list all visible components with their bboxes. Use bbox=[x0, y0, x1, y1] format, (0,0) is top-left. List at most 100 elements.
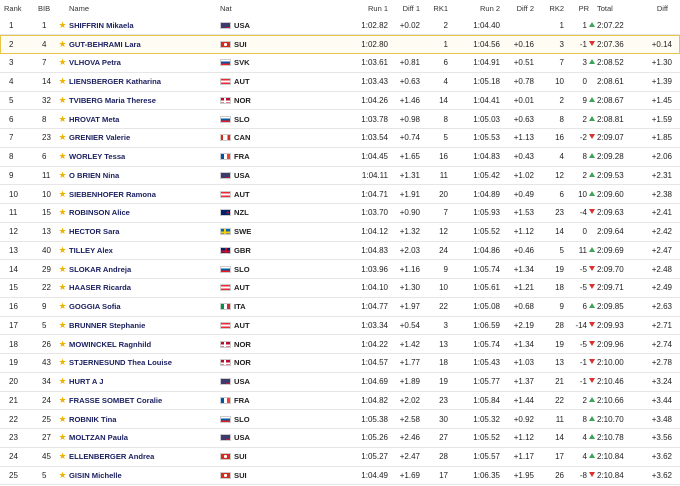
table-row[interactable]: 14 29 ★ SLOKAR Andreja SLO 1:03.96 +1.16… bbox=[0, 260, 680, 279]
star-icon[interactable]: ★ bbox=[56, 54, 69, 73]
athlete-name[interactable]: O BRIEN Nina bbox=[69, 166, 220, 185]
table-row[interactable]: 13 40 ★ TILLEY Alex GBR 1:04.83 +2.03 24… bbox=[0, 241, 680, 260]
position-change: 2 bbox=[564, 110, 595, 129]
star-icon[interactable]: ★ bbox=[56, 129, 69, 148]
star-icon[interactable]: ★ bbox=[56, 279, 69, 298]
athlete-name[interactable]: HROVAT Meta bbox=[69, 110, 220, 129]
nation-cell: SUI bbox=[220, 447, 340, 466]
star-icon[interactable]: ★ bbox=[56, 410, 69, 429]
athlete-name[interactable]: SHIFFRIN Mikaela bbox=[69, 16, 220, 35]
star-icon[interactable]: ★ bbox=[56, 35, 69, 54]
star-icon[interactable]: ★ bbox=[56, 204, 69, 223]
athlete-name[interactable]: WORLEY Tessa bbox=[69, 147, 220, 166]
run2-rank: 1 bbox=[559, 20, 564, 30]
col-rk2-header[interactable]: RK2 bbox=[534, 0, 564, 16]
star-icon[interactable]: ★ bbox=[56, 110, 69, 129]
athlete-name[interactable]: HURT A J bbox=[69, 372, 220, 391]
col-nat-header[interactable]: Nat bbox=[220, 0, 340, 16]
bib-cell: 43 bbox=[42, 358, 51, 368]
star-icon[interactable]: ★ bbox=[56, 447, 69, 466]
star-icon[interactable]: ★ bbox=[56, 241, 69, 260]
table-row[interactable]: 25 5 ★ GISIN Michelle SUI 1:04.49 +1.69 … bbox=[0, 466, 680, 485]
col-bib-header[interactable]: BIB bbox=[36, 0, 56, 16]
athlete-name[interactable]: GOGGIA Sofia bbox=[69, 297, 220, 316]
run2-rank: 14 bbox=[555, 433, 564, 443]
star-icon[interactable]: ★ bbox=[56, 391, 69, 410]
col-rank-header[interactable]: Rank bbox=[0, 0, 36, 16]
table-row[interactable]: 12 13 ★ HECTOR Sara SWE 1:04.12 +1.32 12… bbox=[0, 222, 680, 241]
table-row[interactable]: 22 25 ★ ROBNIK Tina SLO 1:05.38 +2.58 30… bbox=[0, 410, 680, 429]
star-icon[interactable]: ★ bbox=[56, 185, 69, 204]
star-icon[interactable]: ★ bbox=[56, 372, 69, 391]
table-row[interactable]: 6 8 ★ HROVAT Meta SLO 1:03.78 +0.98 8 1:… bbox=[0, 110, 680, 129]
athlete-name[interactable]: GISIN Michelle bbox=[69, 466, 220, 485]
nation-cell: SWE bbox=[220, 222, 340, 241]
col-pr-header[interactable]: PR bbox=[564, 0, 595, 16]
star-icon[interactable]: ★ bbox=[56, 260, 69, 279]
table-row[interactable]: 4 14 ★ LIENSBERGER Katharina AUT 1:03.43… bbox=[0, 72, 680, 91]
athlete-name[interactable]: HECTOR Sara bbox=[69, 222, 220, 241]
table-row[interactable]: 21 24 ★ FRASSE SOMBET Coralie FRA 1:04.8… bbox=[0, 391, 680, 410]
col-name-header[interactable]: Name bbox=[69, 0, 220, 16]
table-row[interactable]: 18 26 ★ MOWINCKEL Ragnhild NOR 1:04.22 +… bbox=[0, 335, 680, 354]
athlete-name[interactable]: BRUNNER Stephanie bbox=[69, 316, 220, 335]
athlete-name[interactable]: SIEBENHOFER Ramona bbox=[69, 185, 220, 204]
athlete-name[interactable]: TILLEY Alex bbox=[69, 241, 220, 260]
athlete-name[interactable]: LIENSBERGER Katharina bbox=[69, 72, 220, 91]
athlete-name[interactable]: FRASSE SOMBET Coralie bbox=[69, 391, 220, 410]
star-icon[interactable]: ★ bbox=[56, 335, 69, 354]
athlete-name[interactable]: GUT-BEHRAMI Lara bbox=[69, 35, 220, 54]
table-row[interactable]: 8 6 ★ WORLEY Tessa FRA 1:04.45 +1.65 16 … bbox=[0, 147, 680, 166]
star-icon[interactable]: ★ bbox=[56, 297, 69, 316]
table-row[interactable]: 15 22 ★ HAASER Ricarda AUT 1:04.10 +1.30… bbox=[0, 279, 680, 298]
table-row[interactable]: 7 23 ★ GRENIER Valerie CAN 1:03.54 +0.74… bbox=[0, 129, 680, 148]
athlete-name[interactable]: STJERNESUND Thea Louise bbox=[69, 354, 220, 373]
star-icon[interactable]: ★ bbox=[56, 91, 69, 110]
star-icon[interactable]: ★ bbox=[56, 316, 69, 335]
table-row[interactable]: 2 4 ★ GUT-BEHRAMI Lara SUI 1:02.80 1 1:0… bbox=[0, 34, 680, 54]
star-icon[interactable]: ★ bbox=[56, 72, 69, 91]
star-icon[interactable]: ★ bbox=[56, 166, 69, 185]
table-row[interactable]: 1 1 ★ SHIFFRIN Mikaela USA 1:02.82 +0.02… bbox=[0, 16, 680, 35]
athlete-name[interactable]: HAASER Ricarda bbox=[69, 279, 220, 298]
table-row[interactable]: 11 15 ★ ROBINSON Alice NZL 1:03.70 +0.90… bbox=[0, 204, 680, 223]
table-row[interactable]: 9 11 ★ O BRIEN Nina USA 1:04.11 +1.31 11… bbox=[0, 166, 680, 185]
star-icon[interactable]: ★ bbox=[56, 466, 69, 485]
col-rk1-header[interactable]: RK1 bbox=[420, 0, 448, 16]
run1-diff: +0.81 bbox=[399, 58, 420, 68]
table-row[interactable]: 3 7 ★ VLHOVA Petra SVK 1:03.61 +0.81 6 1… bbox=[0, 54, 680, 73]
col-run2-header[interactable]: Run 2 bbox=[448, 0, 500, 16]
star-icon[interactable]: ★ bbox=[56, 222, 69, 241]
star-icon[interactable]: ★ bbox=[56, 429, 69, 448]
total-diff: +2.47 bbox=[651, 245, 672, 255]
athlete-name[interactable]: MOLTZAN Paula bbox=[69, 429, 220, 448]
athlete-name[interactable]: ELLENBERGER Andrea bbox=[69, 447, 220, 466]
col-diff-header[interactable]: Diff bbox=[634, 0, 680, 16]
star-icon[interactable]: ★ bbox=[56, 147, 69, 166]
run2-time: 1:04.83 bbox=[473, 152, 500, 162]
athlete-name[interactable]: GRENIER Valerie bbox=[69, 129, 220, 148]
table-row[interactable]: 5 32 ★ TVIBERG Maria Therese NOR 1:04.26… bbox=[0, 91, 680, 110]
star-icon[interactable]: ★ bbox=[56, 16, 69, 35]
table-row[interactable]: 23 27 ★ MOLTZAN Paula USA 1:05.26 +2.46 … bbox=[0, 429, 680, 448]
table-row[interactable]: 16 9 ★ GOGGIA Sofia ITA 1:04.77 +1.97 22… bbox=[0, 297, 680, 316]
col-diff2-header[interactable]: Diff 2 bbox=[500, 0, 534, 16]
athlete-name[interactable]: TVIBERG Maria Therese bbox=[69, 91, 220, 110]
star-icon[interactable]: ★ bbox=[56, 354, 69, 373]
table-row[interactable]: 20 34 ★ HURT A J USA 1:04.69 +1.89 19 1:… bbox=[0, 372, 680, 391]
table-row[interactable]: 10 10 ★ SIEBENHOFER Ramona AUT 1:04.71 +… bbox=[0, 185, 680, 204]
athlete-name[interactable]: MOWINCKEL Ragnhild bbox=[69, 335, 220, 354]
table-row[interactable]: 19 43 ★ STJERNESUND Thea Louise NOR 1:04… bbox=[0, 354, 680, 373]
table-row[interactable]: 24 45 ★ ELLENBERGER Andrea SUI 1:05.27 +… bbox=[0, 447, 680, 466]
nation-cell: AUT bbox=[220, 279, 340, 298]
run1-time: 1:04.82 bbox=[361, 395, 388, 405]
athlete-name[interactable]: ROBNIK Tina bbox=[69, 410, 220, 429]
athlete-name[interactable]: VLHOVA Petra bbox=[69, 54, 220, 73]
athlete-name[interactable]: ROBINSON Alice bbox=[69, 204, 220, 223]
table-row[interactable]: 17 5 ★ BRUNNER Stephanie AUT 1:03.34 +0.… bbox=[0, 316, 680, 335]
run1-diff: +0.74 bbox=[399, 133, 420, 143]
col-diff1-header[interactable]: Diff 1 bbox=[388, 0, 420, 16]
athlete-name[interactable]: SLOKAR Andreja bbox=[69, 260, 220, 279]
col-total-header[interactable]: Total bbox=[595, 0, 634, 16]
col-run1-header[interactable]: Run 1 bbox=[340, 0, 388, 16]
